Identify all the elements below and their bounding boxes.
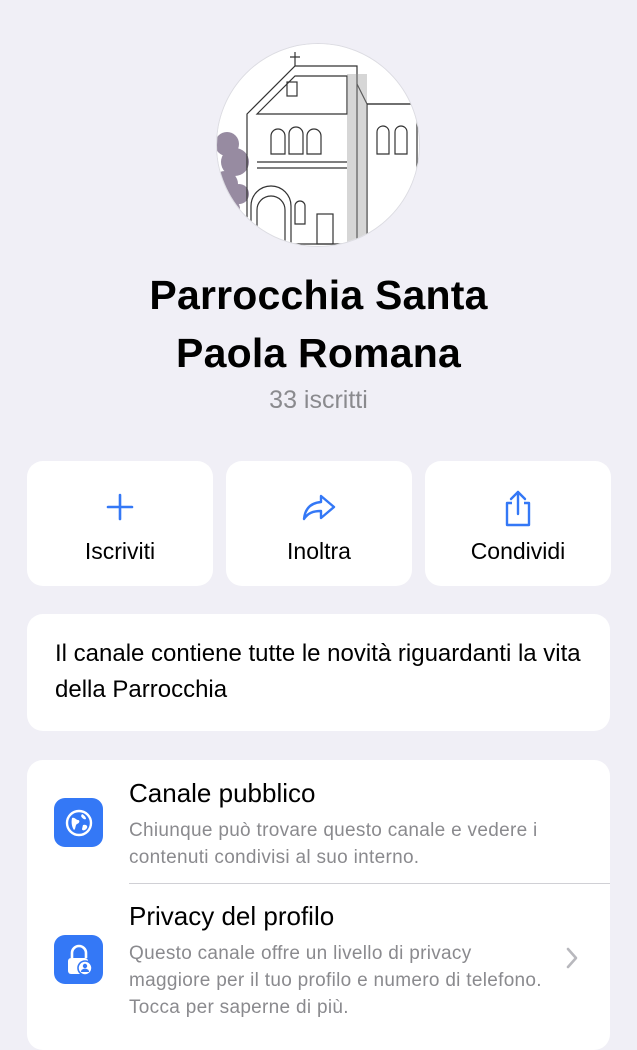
share-icon bbox=[505, 490, 531, 527]
channel-description: Il canale contiene tutte le novità rigua… bbox=[55, 640, 581, 703]
share-label: Condividi bbox=[470, 538, 566, 564]
subscriber-count: 33 iscritti bbox=[269, 386, 368, 414]
church-sketch-image bbox=[217, 44, 419, 246]
forward-button[interactable]: Inoltra bbox=[226, 461, 412, 586]
subscribe-button[interactable]: Iscriviti bbox=[27, 461, 213, 586]
channel-title-line2: Paola Romana bbox=[176, 330, 461, 376]
plus-icon bbox=[106, 493, 134, 521]
forward-arrow-icon bbox=[302, 494, 336, 521]
channel-title: Parrocchia Santa Paola Romana bbox=[0, 266, 637, 382]
profile-privacy-subtitle: Questo canale offre un livello di privac… bbox=[129, 943, 542, 1018]
channel-avatar[interactable] bbox=[216, 43, 420, 247]
forward-label: Inoltra bbox=[287, 538, 351, 564]
subscribe-label: Iscriviti bbox=[84, 538, 156, 564]
public-channel-subtitle: Chiunque può trovare questo canale e ved… bbox=[129, 820, 538, 868]
lock-person-icon bbox=[54, 935, 103, 984]
share-button[interactable]: Condividi bbox=[425, 461, 611, 586]
chevron-right-icon bbox=[566, 947, 578, 969]
public-channel-row: Canale pubblico Chiunque può trovare que… bbox=[27, 760, 610, 883]
profile-privacy-row[interactable]: Privacy del profilo Questo canale offre … bbox=[27, 884, 610, 1050]
channel-title-line1: Parrocchia Santa bbox=[149, 272, 488, 318]
description-card: Il canale contiene tutte le novità rigua… bbox=[27, 614, 610, 731]
globe-icon bbox=[54, 798, 103, 847]
profile-privacy-title: Privacy del profilo bbox=[129, 901, 335, 931]
info-card: Canale pubblico Chiunque può trovare que… bbox=[27, 760, 610, 1050]
public-channel-title: Canale pubblico bbox=[129, 778, 316, 808]
